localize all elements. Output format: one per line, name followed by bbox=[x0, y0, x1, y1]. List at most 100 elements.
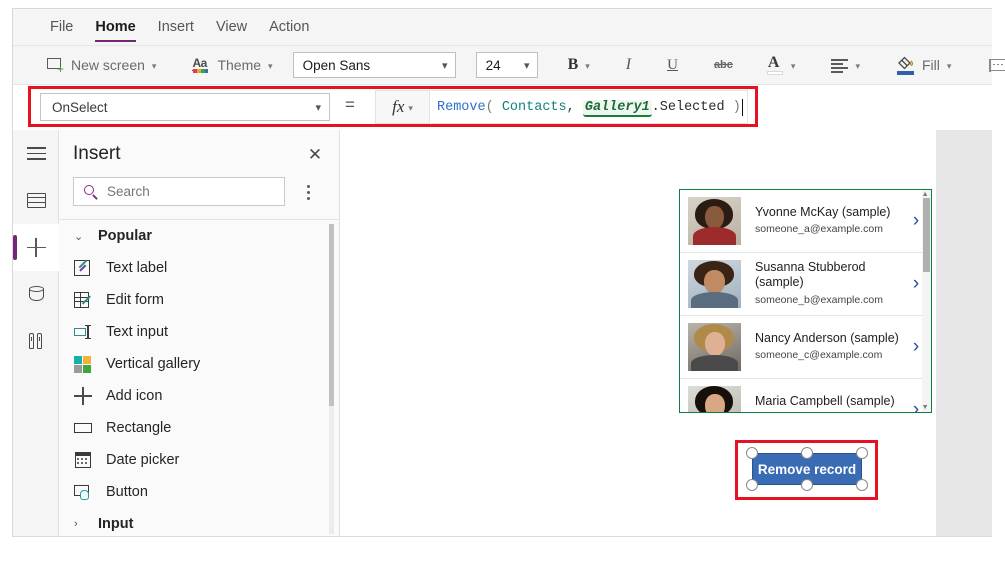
gallery-row-text: Maria Campbell (sample) someone_d@exampl… bbox=[741, 393, 901, 412]
formula-expression: Remove( Contacts, Gallery1 .Selected ) bbox=[437, 99, 741, 117]
rail-item-menu[interactable] bbox=[13, 130, 59, 177]
gallery-row[interactable]: Nancy Anderson (sample) someone_c@exampl… bbox=[680, 316, 931, 379]
font-family-select[interactable]: Open Sans ▾ bbox=[292, 52, 456, 78]
underline-button[interactable]: U bbox=[659, 53, 686, 78]
rail-item-tree-view[interactable] bbox=[13, 177, 59, 224]
menu-item-insert[interactable]: Insert bbox=[147, 10, 205, 44]
insert-item-label: Edit form bbox=[106, 292, 165, 308]
chevron-down-icon: ▾ bbox=[946, 60, 952, 71]
contact-name: Maria Campbell (sample) bbox=[755, 393, 895, 408]
insert-item-label: Add icon bbox=[106, 388, 163, 404]
selection-handle-bottom-left[interactable] bbox=[746, 479, 758, 491]
menu-item-file[interactable]: File bbox=[39, 10, 84, 44]
property-select[interactable]: OnSelect ▾ bbox=[40, 93, 330, 121]
border-icon bbox=[989, 58, 1005, 72]
font-size-select[interactable]: 24 ▾ bbox=[475, 52, 538, 78]
text-input-icon bbox=[74, 323, 92, 341]
insert-item-vertical-gallery[interactable]: Vertical gallery bbox=[59, 348, 340, 380]
group-header-popular[interactable]: ⌄ Popular bbox=[59, 220, 340, 252]
selection-handle-bottom-center[interactable] bbox=[801, 479, 813, 491]
strikethrough-icon: abc bbox=[713, 59, 733, 71]
rail-item-insert[interactable] bbox=[13, 224, 59, 271]
property-value: OnSelect bbox=[52, 99, 108, 115]
chevron-down-icon: ▾ bbox=[585, 60, 590, 71]
scroll-up-icon[interactable]: ▲ bbox=[922, 191, 929, 198]
new-screen-button[interactable]: + New screen ▾ bbox=[39, 53, 164, 77]
search-container: Search bbox=[73, 177, 285, 206]
insert-item-text-label[interactable]: Text label bbox=[59, 252, 340, 284]
insert-item-button[interactable]: Button bbox=[59, 476, 340, 508]
insert-item-edit-form[interactable]: Edit form bbox=[59, 284, 340, 316]
gallery-control[interactable]: Yvonne McKay (sample) someone_a@example.… bbox=[679, 189, 932, 413]
italic-button[interactable]: I bbox=[618, 52, 639, 78]
menu-item-home[interactable]: Home bbox=[84, 10, 146, 44]
gallery-row[interactable]: Susanna Stubberod (sample) someone_b@exa… bbox=[680, 253, 931, 316]
fill-button[interactable]: Fill ▾ bbox=[888, 51, 959, 79]
panel-scrollbar-thumb[interactable] bbox=[329, 224, 334, 406]
avatar bbox=[688, 260, 741, 308]
formula-token-plain: .Selected bbox=[651, 99, 725, 115]
gallery-row[interactable]: Maria Campbell (sample) someone_d@exampl… bbox=[680, 379, 931, 412]
fill-label: Fill bbox=[921, 57, 940, 73]
formula-input[interactable]: Remove( Contacts, Gallery1 .Selected ) bbox=[431, 90, 748, 124]
menu-item-action[interactable]: Action bbox=[258, 10, 320, 44]
contact-name: Yvonne McKay (sample) bbox=[755, 204, 891, 219]
bold-button[interactable]: B ▾ bbox=[560, 52, 598, 78]
insert-item-label: Text input bbox=[106, 324, 169, 340]
selection-handle-bottom-right[interactable] bbox=[856, 479, 868, 491]
panel-title: Insert bbox=[73, 143, 121, 164]
insert-item-list: ⌄ Popular Text label Edit form Text inpu… bbox=[59, 220, 340, 536]
scroll-down-icon[interactable]: ▼ bbox=[922, 404, 929, 411]
panel-overflow-menu-icon[interactable] bbox=[297, 180, 319, 204]
chevron-down-icon: ▾ bbox=[790, 60, 796, 71]
selection-handle-top-left[interactable] bbox=[746, 447, 758, 459]
contact-name: Nancy Anderson (sample) bbox=[755, 330, 899, 345]
border-button[interactable]: Border ▾ bbox=[981, 53, 1005, 77]
rail-item-tools[interactable] bbox=[13, 318, 59, 365]
powerapps-studio: File Home Insert View Action + New scree… bbox=[0, 0, 1005, 561]
insert-item-label: Vertical gallery bbox=[106, 356, 201, 372]
theme-button[interactable]: Aa Theme ▾ bbox=[184, 53, 280, 77]
formula-token-punc: , bbox=[566, 99, 575, 115]
close-icon[interactable]: ✕ bbox=[304, 143, 326, 165]
chevron-down-icon: ▾ bbox=[315, 101, 321, 114]
add-icon bbox=[74, 387, 92, 405]
chevron-down-icon: ▾ bbox=[268, 60, 273, 71]
font-color-button[interactable]: A ▾ bbox=[759, 52, 804, 79]
insert-item-label: Text label bbox=[106, 260, 168, 276]
insert-item-add-icon[interactable]: Add icon bbox=[59, 380, 340, 412]
search-input[interactable]: Search bbox=[73, 177, 285, 206]
align-button[interactable]: ▾ bbox=[823, 55, 868, 75]
gallery-row-text: Susanna Stubberod (sample) someone_b@exa… bbox=[741, 260, 901, 308]
insert-item-date-picker[interactable]: Date picker bbox=[59, 444, 340, 476]
bold-icon: B bbox=[567, 56, 579, 73]
insert-item-rectangle[interactable]: Rectangle bbox=[59, 412, 340, 444]
app-screen-left[interactable] bbox=[340, 130, 680, 536]
formula-token-plain bbox=[725, 100, 733, 115]
rail-item-data[interactable] bbox=[13, 271, 59, 318]
formula-token-plain bbox=[575, 100, 583, 115]
fx-icon: fx bbox=[392, 97, 405, 116]
text-caret bbox=[741, 98, 744, 116]
fx-button[interactable]: fx ▾ bbox=[375, 90, 430, 124]
insert-item-label: Date picker bbox=[106, 452, 180, 468]
layers-icon bbox=[26, 192, 46, 209]
insert-item-label: Rectangle bbox=[106, 420, 172, 436]
contact-email: someone_d@example.com bbox=[755, 411, 901, 412]
group-header-input[interactable]: › Input bbox=[59, 508, 340, 536]
insert-item-text-input[interactable]: Text input bbox=[59, 316, 340, 348]
gallery-scrollbar-thumb[interactable] bbox=[923, 198, 930, 272]
font-color-icon: A bbox=[766, 54, 784, 75]
menu-item-view[interactable]: View bbox=[205, 10, 258, 44]
italic-icon: I bbox=[625, 56, 632, 73]
font-size-value: 24 bbox=[485, 57, 501, 73]
bottom-divider bbox=[13, 536, 992, 537]
rectangle-icon bbox=[74, 419, 92, 437]
strikethrough-button[interactable]: abc bbox=[706, 55, 741, 75]
selection-handle-top-center[interactable] bbox=[801, 447, 813, 459]
underline-icon: U bbox=[667, 56, 678, 73]
group-label: Popular bbox=[98, 228, 152, 244]
gallery-row[interactable]: Yvonne McKay (sample) someone_a@example.… bbox=[680, 190, 931, 253]
selection-handle-top-right[interactable] bbox=[856, 447, 868, 459]
avatar bbox=[688, 197, 741, 245]
